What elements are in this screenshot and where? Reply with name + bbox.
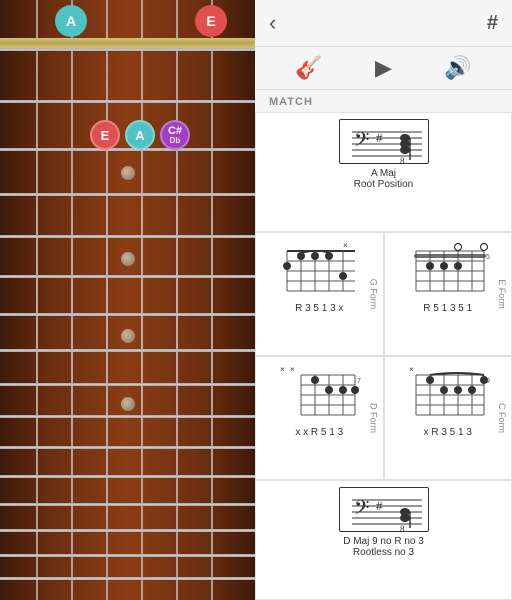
string-5 (176, 0, 178, 600)
fret-12 (0, 475, 255, 478)
chord-name-a-maj-root: A Maj Root Position (354, 168, 413, 190)
match-item-e-form[interactable]: 5 (384, 232, 512, 356)
svg-text:×: × (280, 365, 285, 374)
fretboard: A E E A C# Db (0, 0, 255, 600)
fret-11 (0, 446, 255, 449)
staff-svg-d-maj9: 𝄢 # 8 (340, 488, 428, 532)
open-note-a[interactable]: A (55, 5, 87, 37)
fret-7 (0, 313, 255, 316)
match-item-g-form[interactable]: × (255, 232, 384, 356)
fret-6 (0, 275, 255, 278)
chord-label-e-form: R 5 1 3 5 1 (423, 303, 472, 314)
string-6 (211, 0, 213, 600)
svg-text:7: 7 (357, 378, 361, 385)
svg-text:𝄢: 𝄢 (354, 130, 369, 156)
fret-dot-5 (121, 252, 135, 266)
match-grid: 𝄢 # 8 A Maj Root Position (255, 112, 512, 600)
fret-dot-7 (121, 329, 135, 343)
fret-14 (0, 529, 255, 532)
form-label-g: G Form (369, 279, 379, 310)
fret-15 (0, 554, 255, 557)
diagram-g-form: × (279, 239, 359, 299)
back-button[interactable]: ‹ (269, 10, 276, 36)
fret-3 (0, 148, 255, 151)
form-label-c: C Form (497, 403, 507, 433)
fret-1 (0, 48, 255, 51)
fretted-note-csharp[interactable]: C# Db (160, 120, 190, 150)
svg-text:×: × (409, 365, 414, 374)
notation-a-maj-root: 𝄢 # 8 (339, 119, 429, 164)
svg-text:5: 5 (486, 254, 490, 261)
play-button[interactable]: ▶ (375, 55, 392, 81)
diagram-c-form: × 9 (408, 363, 488, 423)
toolbar: 🎸 ▶ 🔊 (255, 47, 512, 90)
match-item-a-maj-root[interactable]: 𝄢 # 8 A Maj Root Position (255, 112, 512, 232)
match-item-d-form[interactable]: × × 7 (255, 356, 384, 480)
fret-8 (0, 349, 255, 352)
string-4 (141, 0, 143, 600)
diagram-d-form: × × 7 (279, 363, 359, 423)
string-2 (71, 0, 73, 600)
string-1 (36, 0, 38, 600)
open-note-e[interactable]: E (195, 5, 227, 37)
chord-label-g-form: R 3 5 1 3 x (295, 303, 343, 314)
sharp-button[interactable]: # (487, 12, 498, 35)
match-item-c-form[interactable]: × 9 (384, 356, 512, 480)
right-panel: ‹ # 🎸 ▶ 🔊 MATCH 𝄢 (255, 0, 512, 600)
nut (0, 38, 255, 48)
fret-dot-3 (121, 166, 135, 180)
notation-d-maj9: 𝄢 # 8 (339, 487, 429, 532)
diagram-e-form: 5 (408, 239, 488, 299)
header: ‹ # (255, 0, 512, 47)
svg-text:×: × (343, 241, 348, 250)
fret-2 (0, 100, 255, 103)
form-label-d: D Form (369, 403, 379, 433)
fret-dot-9 (121, 397, 135, 411)
string-3 (106, 0, 108, 600)
fretted-note-a[interactable]: A (125, 120, 155, 150)
svg-text:#: # (376, 130, 383, 145)
fret-9 (0, 383, 255, 386)
fretted-note-e[interactable]: E (90, 120, 120, 150)
volume-icon[interactable]: 🔊 (444, 55, 471, 81)
match-label: MATCH (255, 90, 512, 112)
chord-label-d-form: x x R 5 1 3 (295, 427, 343, 438)
svg-text:8: 8 (400, 156, 405, 164)
fret-5 (0, 235, 255, 238)
svg-text:#: # (376, 498, 383, 513)
chord-label-c-form: x R 3 5 1 3 (424, 427, 472, 438)
form-label-e: E Form (497, 279, 507, 309)
svg-text:×: × (290, 365, 295, 374)
fret-4 (0, 193, 255, 196)
svg-text:𝄢: 𝄢 (354, 498, 369, 524)
staff-svg: 𝄢 # 8 (340, 120, 428, 164)
guitar-icon[interactable]: 🎸 (295, 55, 322, 81)
match-item-d-maj9[interactable]: 𝄢 # 8 D Maj 9 no R no 3 Rootless no 3 (255, 480, 512, 600)
chord-name-d-maj9: D Maj 9 no R no 3 Rootless no 3 (343, 536, 424, 558)
fret-10 (0, 415, 255, 418)
fret-13 (0, 503, 255, 506)
svg-text:8: 8 (400, 524, 405, 532)
fret-16 (0, 577, 255, 580)
